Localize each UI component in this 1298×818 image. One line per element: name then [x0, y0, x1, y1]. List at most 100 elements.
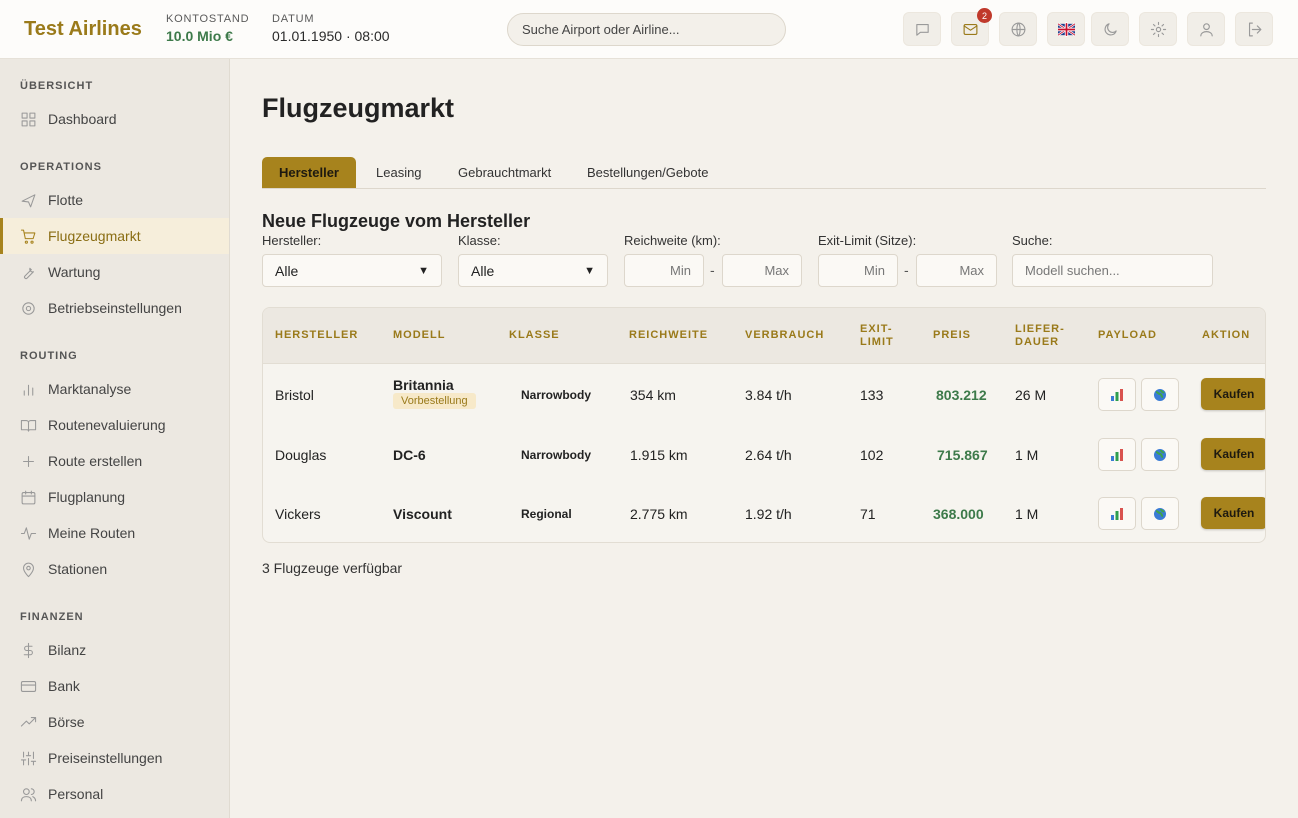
cell-lieferdauer: 26 M	[1015, 387, 1047, 403]
sidebar-item-bilanz[interactable]: Bilanz	[0, 632, 229, 668]
table-row: Vickers Viscount Regional 2.775 km 1.92 …	[263, 484, 1265, 542]
sidebar-item-wartung[interactable]: Wartung	[0, 254, 229, 290]
tab-bestellungen[interactable]: Bestellungen/Gebote	[587, 157, 708, 188]
sidebar-section-operations: OPERATIONS	[20, 161, 102, 173]
filter-exit-label: Exit-Limit (Sitze):	[818, 233, 917, 248]
sidebar-item-flugplanung[interactable]: Flugplanung	[0, 479, 229, 515]
cell-klasse: Narrowbody	[521, 388, 592, 402]
sidebar-item-label: Bank	[48, 678, 80, 694]
sidebar-item-label: Preiseinstellungen	[48, 750, 163, 766]
brand-name[interactable]: Test Airlines	[24, 18, 142, 41]
cell-klasse: Regional	[521, 507, 572, 521]
sidebar-item-label: Stationen	[48, 561, 108, 577]
globe-button[interactable]	[999, 12, 1037, 46]
section-title: Neue Flugzeuge vom Hersteller	[262, 211, 531, 231]
globe-icon	[1154, 507, 1166, 520]
cell-modell: DC-6	[393, 447, 426, 463]
sidebar-item-label: Börse	[48, 714, 85, 730]
aircraft-table: HERSTELLER MODELL KLASSE REICHWEITE VERB…	[262, 307, 1266, 543]
sidebar-item-stationen[interactable]: Stationen	[0, 551, 229, 587]
filter-hersteller-select[interactable]: Alle ▼	[262, 254, 442, 287]
th-hersteller[interactable]: HERSTELLER	[275, 329, 358, 342]
settings-button[interactable]	[1139, 12, 1177, 46]
language-button[interactable]	[1047, 12, 1085, 46]
sidebar-item-label: Personal	[48, 786, 104, 802]
logout-button[interactable]	[1235, 12, 1273, 46]
plus-icon	[23, 455, 34, 467]
chat-button[interactable]	[903, 12, 941, 46]
payload-chart-button[interactable]	[1098, 438, 1136, 471]
filter-klasse-value: Alle	[471, 262, 495, 279]
th-klasse[interactable]: KLASSE	[509, 329, 560, 342]
sidebar-item-label: Dashboard	[48, 111, 117, 127]
filter-klasse-select[interactable]: Alle ▼	[458, 254, 608, 287]
profile-button[interactable]	[1187, 12, 1225, 46]
sidebar-item-marktanalyse[interactable]: Marktanalyse	[0, 371, 229, 407]
cell-exit-limit: 133	[860, 387, 884, 403]
buy-button[interactable]: Kaufen	[1201, 438, 1265, 470]
range-map-button[interactable]	[1141, 497, 1179, 530]
th-lieferdauer[interactable]: LIEFER- DAUER	[1015, 323, 1065, 349]
payload-chart-button[interactable]	[1098, 497, 1136, 530]
sidebar-item-label: Flugzeugmarkt	[48, 228, 141, 244]
date-stat: DATUM 01.01.1950 · 08:00	[272, 13, 390, 44]
exit-min-input[interactable]	[818, 254, 898, 287]
mail-button[interactable]: 2	[951, 8, 992, 46]
range-separator: -	[904, 262, 909, 278]
sidebar-item-preiseinstellungen[interactable]: Preiseinstellungen	[0, 740, 229, 776]
sidebar-item-label: Flotte	[48, 192, 84, 208]
dark-mode-button[interactable]	[1091, 12, 1129, 46]
sidebar: ÜBERSICHT Dashboard OPERATIONS Flotte Fl…	[0, 59, 230, 818]
buy-button[interactable]: Kaufen	[1201, 497, 1265, 529]
th-preis[interactable]: PREIS	[933, 329, 971, 342]
sidebar-item-betriebseinstellungen[interactable]: Betriebseinstellungen	[0, 290, 229, 326]
sidebar-item-dashboard[interactable]: Dashboard	[0, 101, 229, 137]
filter-suche-label: Suche:	[1012, 233, 1053, 248]
tab-hersteller[interactable]: Hersteller	[262, 157, 356, 188]
cell-exit-limit: 102	[860, 447, 884, 463]
dashboard-icon	[21, 112, 36, 126]
globe-icon	[1011, 22, 1025, 36]
cell-lieferdauer: 1 M	[1015, 447, 1039, 463]
th-modell[interactable]: MODELL	[393, 329, 445, 342]
sidebar-item-meine-routen[interactable]: Meine Routen	[0, 515, 229, 551]
buy-button[interactable]: Kaufen	[1201, 378, 1265, 410]
sidebar-item-bank[interactable]: Bank	[0, 668, 229, 704]
range-separator: -	[710, 262, 715, 278]
bar-chart-icon	[23, 384, 34, 396]
sidebar-item-personal[interactable]: Personal	[0, 776, 229, 812]
th-verbrauch[interactable]: VERBRAUCH	[745, 329, 824, 342]
cell-preis: 715.867	[937, 447, 988, 463]
sidebar-item-flotte[interactable]: Flotte	[0, 182, 229, 218]
exit-max-input[interactable]	[916, 254, 997, 287]
sidebar-item-route-erstellen[interactable]: Route erstellen	[0, 443, 229, 479]
sidebar-item-boerse[interactable]: Börse	[0, 704, 229, 740]
cell-modell: Viscount	[393, 506, 452, 522]
tab-gebrauchtmarkt[interactable]: Gebrauchtmarkt	[458, 157, 551, 188]
range-map-button[interactable]	[1141, 378, 1179, 411]
tab-leasing[interactable]: Leasing	[376, 157, 422, 188]
chart-icon	[1111, 448, 1123, 461]
moon-icon	[1104, 22, 1117, 35]
range-map-button[interactable]	[1141, 438, 1179, 471]
page-title: Flugzeugmarkt	[262, 93, 455, 123]
payload-chart-button[interactable]	[1098, 378, 1136, 411]
balance-label: KONTOSTAND	[166, 13, 250, 25]
model-search-input[interactable]	[1012, 254, 1213, 287]
cell-reichweite: 1.915 km	[630, 447, 688, 463]
mail-icon	[963, 23, 977, 35]
filter-hersteller-label: Hersteller:	[262, 233, 322, 248]
sidebar-item-routenevaluierung[interactable]: Routenevaluierung	[0, 407, 229, 443]
th-reichweite[interactable]: REICHWEITE	[629, 329, 708, 342]
cell-reichweite: 354 km	[630, 387, 676, 403]
cell-hersteller: Douglas	[275, 447, 327, 463]
gear-icon	[1150, 21, 1166, 37]
reichweite-min-input[interactable]	[624, 254, 704, 287]
sidebar-item-label: Routenevaluierung	[48, 417, 166, 433]
th-exit-limit[interactable]: EXIT- LIMIT	[860, 323, 894, 349]
sidebar-item-flugzeugmarkt[interactable]: Flugzeugmarkt	[0, 218, 229, 254]
global-search-input[interactable]	[507, 13, 786, 46]
sidebar-section-routing: ROUTING	[20, 350, 78, 362]
sidebar-item-label: Route erstellen	[48, 453, 143, 469]
reichweite-max-input[interactable]	[722, 254, 802, 287]
